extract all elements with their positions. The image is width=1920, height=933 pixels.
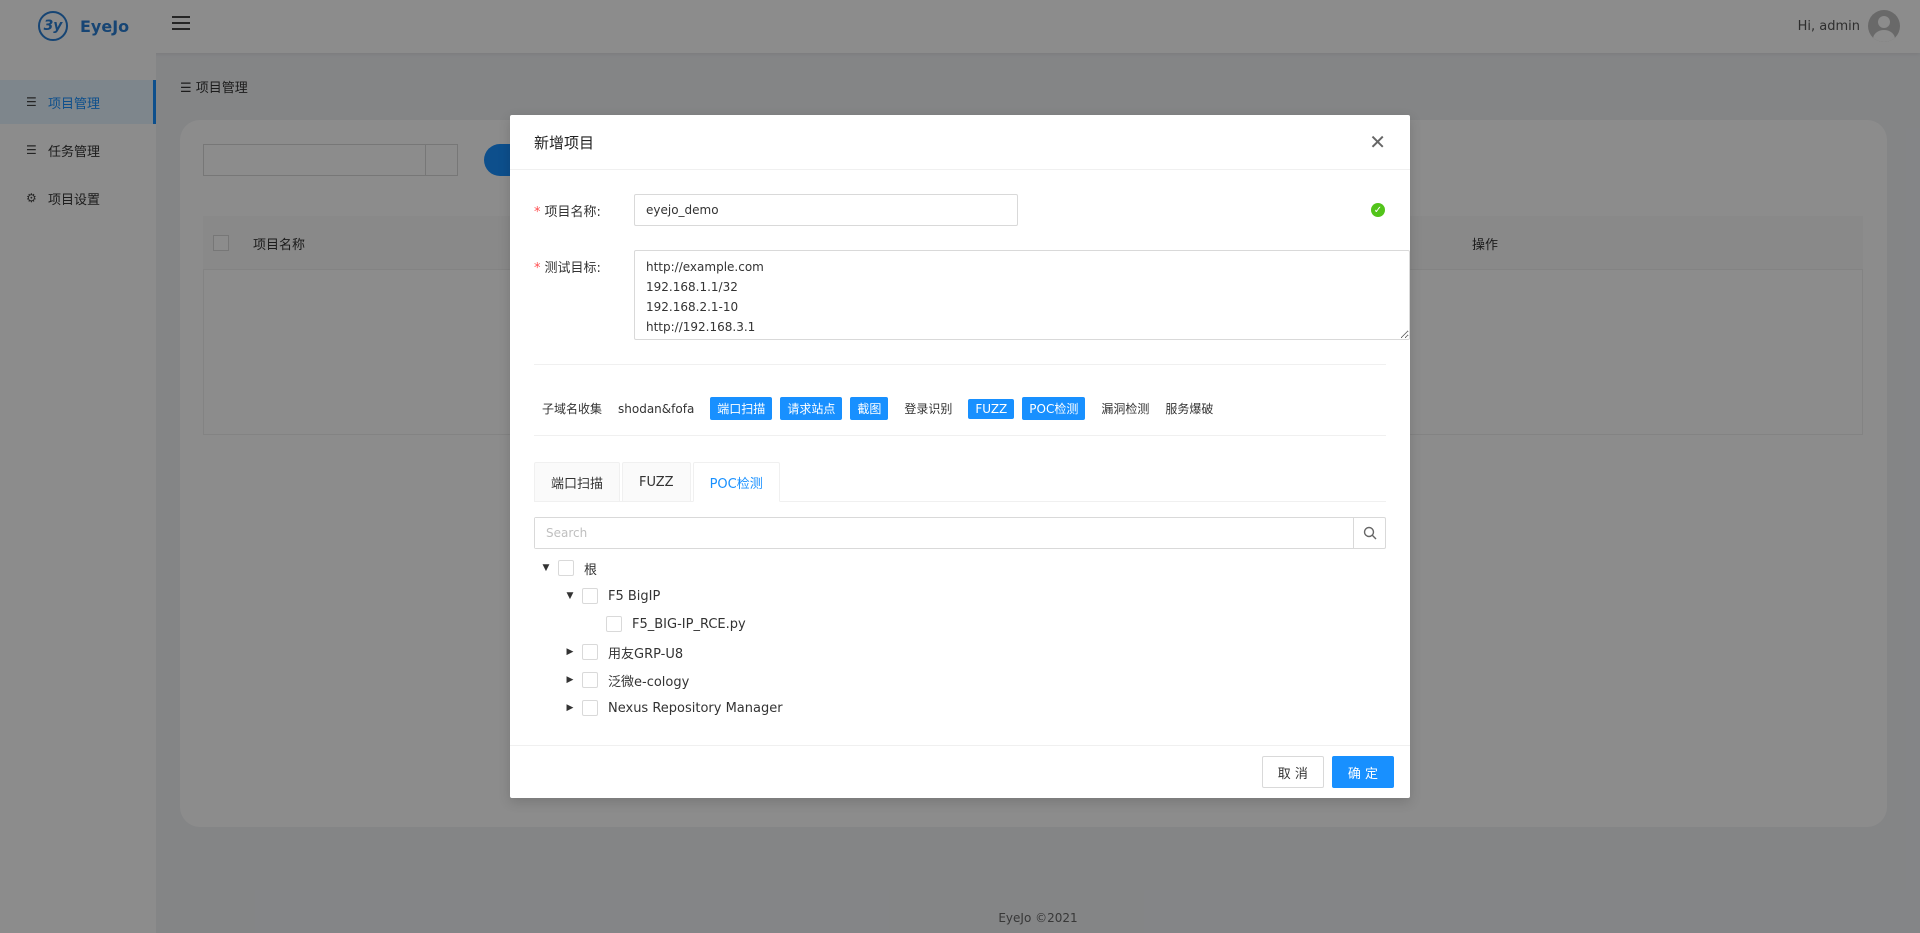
tag-service-brute[interactable]: 服务爆破 — [1165, 397, 1213, 420]
config-tabs: 端口扫描 FUZZ POC检测 — [534, 462, 1386, 502]
tree-checkbox[interactable] — [582, 588, 598, 604]
close-icon[interactable]: ✕ — [1369, 132, 1386, 152]
caret-right-icon[interactable]: ▶ — [558, 703, 582, 713]
tree-node-f5: ▼ F5 BigIP — [534, 582, 1386, 610]
tree-checkbox[interactable] — [606, 616, 622, 632]
module-tags: 子域名收集 shodan&fofa 端口扫描 请求站点 截图 登录识别 FUZZ… — [534, 397, 1386, 420]
tab-fuzz[interactable]: FUZZ — [622, 462, 691, 502]
tree-checkbox[interactable] — [582, 672, 598, 688]
tag-login-detect[interactable]: 登录识别 — [904, 397, 952, 420]
tree-node-root: ▼ 根 — [534, 554, 1386, 582]
tree-node-nexus: ▶ Nexus Repository Manager — [534, 694, 1386, 722]
tree-node-yonyou: ▶ 用友GRP-U8 — [534, 638, 1386, 666]
tree-checkbox[interactable] — [558, 560, 574, 576]
project-name-label: * 项目名称: — [534, 205, 601, 220]
tree-checkbox[interactable] — [582, 644, 598, 660]
modal-footer: 取 消 确 定 — [510, 745, 1410, 798]
caret-down-icon[interactable]: ▼ — [534, 563, 558, 573]
tag-poc[interactable]: POC检测 — [1022, 397, 1086, 420]
success-check-icon: ✓ — [1371, 203, 1385, 217]
tag-screenshot[interactable]: 截图 — [850, 397, 889, 420]
tree-node-label: 用友GRP-U8 — [608, 646, 684, 662]
tag-fuzz[interactable]: FUZZ — [968, 398, 1015, 419]
caret-right-icon[interactable]: ▶ — [558, 675, 582, 685]
caret-down-icon[interactable]: ▼ — [558, 591, 582, 601]
tree-node-label: F5_BIG-IP_RCE.py — [632, 616, 746, 632]
confirm-button[interactable]: 确 定 — [1331, 756, 1394, 788]
tree-node-f5-rce: F5_BIG-IP_RCE.py — [534, 610, 1386, 638]
modal-title: 新增项目 — [534, 133, 595, 152]
poc-search — [534, 517, 1386, 549]
tree-node-label: Nexus Repository Manager — [608, 700, 783, 716]
poc-tree: ▼ 根 ▼ F5 BigIP F5_BIG-IP_RCE.py ▶ 用友GRP-… — [534, 554, 1386, 722]
project-name-input[interactable] — [634, 194, 1018, 226]
tree-node-label: 泛微e-cology — [608, 674, 690, 690]
poc-search-input[interactable] — [535, 518, 1353, 548]
targets-textarea[interactable]: http://example.com 192.168.1.1/32 192.16… — [634, 250, 1410, 340]
divider — [534, 435, 1386, 436]
targets-label: * 测试目标: — [534, 261, 601, 276]
tag-shodan-fofa[interactable]: shodan&fofa — [618, 399, 694, 419]
tag-vuln-detect[interactable]: 漏洞检测 — [1101, 397, 1149, 420]
tree-checkbox[interactable] — [582, 700, 598, 716]
cancel-button[interactable]: 取 消 — [1261, 756, 1324, 788]
tab-poc[interactable]: POC检测 — [692, 462, 780, 502]
search-icon[interactable] — [1353, 518, 1385, 548]
tab-port-scan[interactable]: 端口扫描 — [534, 462, 621, 502]
tree-node-label: 根 — [584, 562, 598, 578]
tag-subdomain[interactable]: 子域名收集 — [542, 397, 602, 420]
divider — [534, 364, 1386, 365]
caret-right-icon[interactable]: ▶ — [558, 647, 582, 657]
modal-header: 新增项目 ✕ — [510, 115, 1410, 170]
tag-request-site[interactable]: 请求站点 — [780, 397, 843, 420]
tree-node-label: F5 BigIP — [608, 588, 661, 604]
tree-node-weaver: ▶ 泛微e-cology — [534, 666, 1386, 694]
tag-port-scan[interactable]: 端口扫描 — [710, 397, 773, 420]
new-project-modal: 新增项目 ✕ *项目名称: ✓ *测试目标: http://example.co… — [510, 115, 1410, 798]
